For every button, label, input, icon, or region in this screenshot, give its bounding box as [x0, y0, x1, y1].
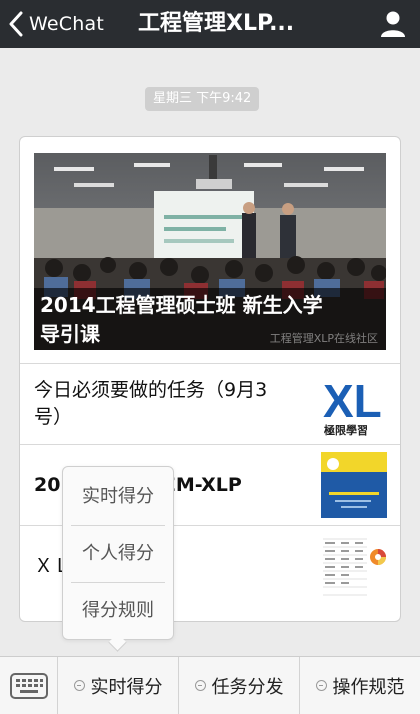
submenu-indicator-icon [194, 680, 206, 691]
person-icon [381, 11, 405, 37]
article-item-title: 今日必须要做的任务（9月3 号） [34, 364, 314, 444]
keyboard-icon [9, 672, 48, 699]
profile-button[interactable] [378, 9, 408, 39]
keyboard-toggle-button[interactable] [0, 657, 57, 714]
submenu-item-realtime-score[interactable]: 实时得分 [63, 469, 173, 525]
chat-timestamp: 星期三 下午9:42 [145, 87, 260, 111]
menu-button-label: 实时得分 [90, 676, 163, 698]
score-table-thumbnail [321, 533, 387, 599]
page-title: 工程管理XLP... [138, 11, 295, 36]
back-button-label: WeChat [29, 13, 104, 35]
article-item-title-line-1: 今日必须要做的任务（9月3 [34, 379, 268, 401]
submenu-popup: 实时得分 个人得分 得分规则 [62, 466, 174, 640]
menu-button-realtime-score[interactable]: 实时得分 [57, 657, 178, 714]
top-navigation-bar: WeChat 工程管理XLP... [0, 0, 420, 48]
poster-thumbnail [321, 452, 387, 518]
submenu-indicator-icon [315, 680, 327, 691]
article-item-title-line-2: 号） [34, 406, 73, 428]
bottom-menu-bar: 实时得分 任务分发 操作规范 [0, 656, 420, 714]
xlp-logo-caption: 極限學習 [323, 423, 368, 437]
submenu-item-personal-score[interactable]: 个人得分 [63, 526, 173, 582]
submenu-indicator-icon [73, 680, 85, 691]
xlp-logo-text: XL [323, 375, 382, 427]
hero-watermark: 工程管理XLP在线社区 [269, 332, 378, 345]
chevron-left-icon [9, 11, 23, 37]
menu-button-operation-guide[interactable]: 操作规范 [299, 657, 420, 714]
menu-button-label: 操作规范 [332, 676, 405, 698]
back-button[interactable]: WeChat [8, 0, 104, 48]
menu-button-label: 任务分发 [211, 676, 284, 698]
article-list-item-1[interactable]: 今日必须要做的任务（9月3 号） XL 極限學習 [20, 363, 400, 444]
menu-button-task-dispatch[interactable]: 任务分发 [178, 657, 299, 714]
hero-article[interactable]: 2014工程管理硕士班 新生入学 导引课 工程管理XLP在线社区 [34, 153, 386, 350]
xlp-logo-thumbnail: XL 極限學習 [321, 371, 387, 437]
submenu-item-scoring-rules[interactable]: 得分规则 [63, 583, 173, 639]
hero-title-line-1: 2014工程管理硕士班 新生入学 [40, 293, 323, 317]
